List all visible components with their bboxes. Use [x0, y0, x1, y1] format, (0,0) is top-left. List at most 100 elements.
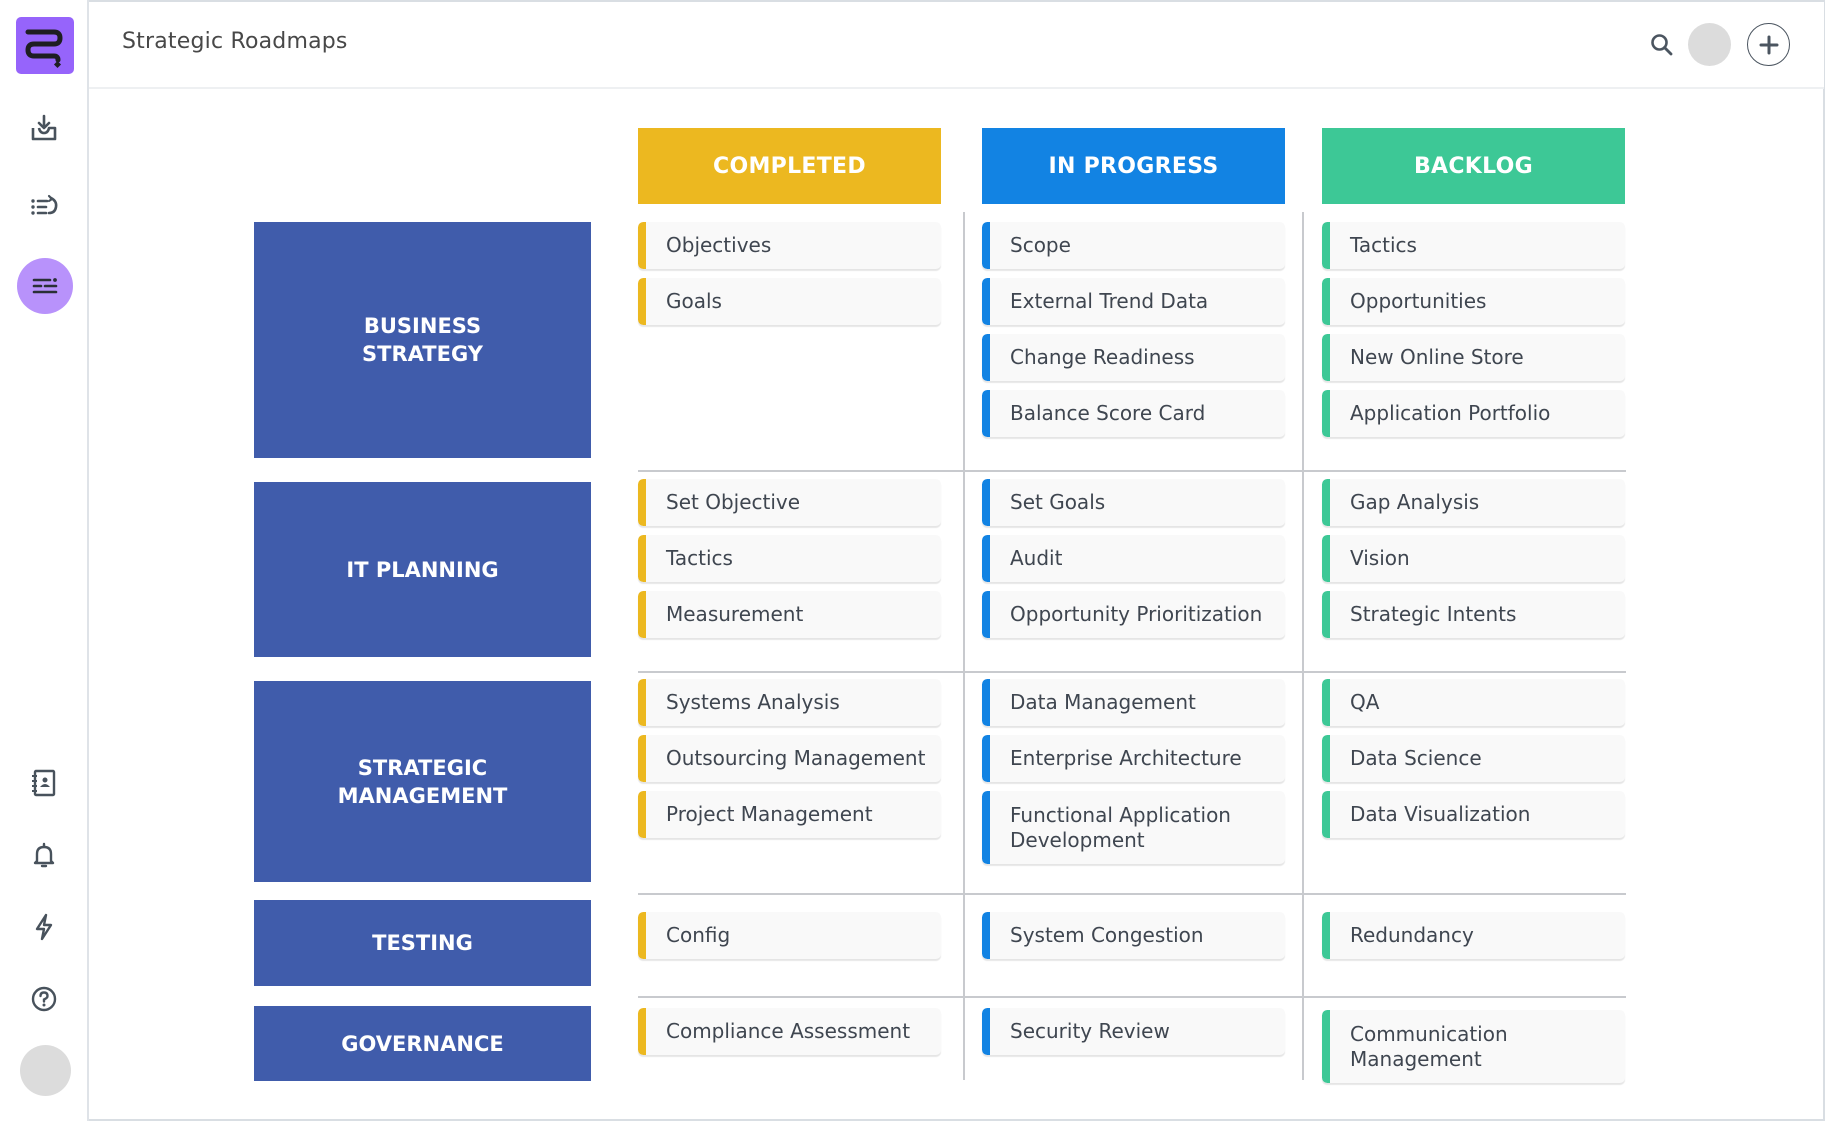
sidebar-item-actions[interactable]	[19, 902, 69, 952]
roadmap-card[interactable]: QA	[1322, 679, 1625, 726]
help-circle-icon	[31, 986, 57, 1012]
card-label: Data Science	[1350, 746, 1482, 770]
roadmap-card[interactable]: Application Portfolio	[1322, 390, 1625, 437]
roadmap-card[interactable]: Data Management	[982, 679, 1285, 726]
card-label: Scope	[1010, 233, 1071, 257]
row-label[interactable]: IT PLANNING	[254, 482, 591, 657]
card-label: Data Management	[1010, 690, 1196, 714]
card-label: Security Review	[1010, 1019, 1170, 1043]
sidebar	[0, 0, 89, 1121]
card-label: Gap Analysis	[1350, 490, 1480, 514]
card-label: Application Portfolio	[1350, 401, 1551, 425]
roadmap-card[interactable]: Change Readiness	[982, 334, 1285, 381]
sidebar-item-contacts[interactable]	[19, 758, 69, 808]
card-label: Tactics	[666, 546, 733, 570]
top-bar: Strategic Roadmaps	[89, 2, 1824, 89]
roadmap-card[interactable]: Data Visualization	[1322, 791, 1625, 838]
card-label: Config	[666, 923, 731, 947]
roadmap-card[interactable]: Objectives	[638, 222, 941, 269]
roadmap-card[interactable]: Systems Analysis	[638, 679, 941, 726]
page-title: Strategic Roadmaps	[122, 29, 348, 54]
roadmap-card[interactable]: Goals	[638, 278, 941, 325]
roadmap-card[interactable]: Outsourcing Management	[638, 735, 941, 782]
roadmap-logo-icon[interactable]	[16, 17, 74, 74]
card-label: Set Goals	[1010, 490, 1106, 514]
contacts-book-icon	[32, 769, 56, 797]
search-button[interactable]	[1647, 30, 1677, 60]
row-label[interactable]: TESTING	[254, 900, 591, 986]
card-label: Project Management	[666, 802, 873, 826]
card-label: External Trend Data	[1010, 289, 1209, 313]
roadmap-card[interactable]: Strategic Intents	[1322, 591, 1625, 638]
row-label[interactable]: BUSINESS STRATEGY	[254, 222, 591, 458]
roadmap-card[interactable]: Audit	[982, 535, 1285, 582]
search-icon	[1651, 34, 1673, 56]
roadmap-lines-icon	[32, 278, 58, 294]
roadmap-card[interactable]: External Trend Data	[982, 278, 1285, 325]
card-label: Audit	[1010, 546, 1063, 570]
roadmap-card[interactable]: Functional Application Development	[982, 791, 1285, 864]
card-label: Measurement	[666, 602, 804, 626]
lightning-icon	[35, 913, 53, 941]
roadmap-card[interactable]: Redundancy	[1322, 912, 1625, 959]
column-header-in-progress: IN PROGRESS	[982, 128, 1285, 204]
card-label: Set Objective	[666, 490, 801, 514]
card-label: Strategic Intents	[1350, 602, 1517, 626]
roadmap-card[interactable]: New Online Store	[1322, 334, 1625, 381]
user-avatar[interactable]	[20, 1045, 71, 1096]
roadmap-card[interactable]: Vision	[1322, 535, 1625, 582]
roadmap-card[interactable]: Config	[638, 912, 941, 959]
roadmap-card[interactable]: Compliance Assessment	[638, 1008, 941, 1055]
card-label: Vision	[1350, 546, 1410, 570]
column-header-backlog: BACKLOG	[1322, 128, 1625, 204]
card-label: Data Visualization	[1350, 802, 1531, 826]
roadmap-card[interactable]: Opportunities	[1322, 278, 1625, 325]
roadmap-card[interactable]: Set Goals	[982, 479, 1285, 526]
column-divider	[963, 212, 965, 1080]
sidebar-item-list[interactable]	[19, 182, 69, 232]
inbox-download-icon	[31, 114, 57, 141]
roadmap-card[interactable]: Communication Management	[1322, 1010, 1625, 1083]
roadmap-card[interactable]: Set Objective	[638, 479, 941, 526]
row-divider	[638, 893, 1626, 895]
card-label: Objectives	[666, 233, 772, 257]
roadmap-card[interactable]: Tactics	[638, 535, 941, 582]
roadmap-card[interactable]: Enterprise Architecture	[982, 735, 1285, 782]
roadmap-card[interactable]: Gap Analysis	[1322, 479, 1625, 526]
roadmap-card[interactable]: Balance Score Card	[982, 390, 1285, 437]
roadmap-card[interactable]: System Congestion	[982, 912, 1285, 959]
card-label: Goals	[666, 289, 722, 313]
sidebar-item-help[interactable]	[19, 974, 69, 1024]
card-label: New Online Store	[1350, 345, 1524, 369]
card-label: Change Readiness	[1010, 345, 1195, 369]
card-label: Balance Score Card	[1010, 401, 1206, 425]
roadmap-card[interactable]: Security Review	[982, 1008, 1285, 1055]
card-label: Functional Application Development	[1010, 802, 1231, 852]
roadmap-card[interactable]: Tactics	[1322, 222, 1625, 269]
roadmap-card[interactable]: Opportunity Prioritization	[982, 591, 1285, 638]
sidebar-item-notifications[interactable]	[19, 830, 69, 880]
roadmap-card[interactable]: Scope	[982, 222, 1285, 269]
roadmap-card[interactable]: Data Science	[1322, 735, 1625, 782]
card-label: Communication Management	[1350, 1021, 1508, 1071]
column-header-completed: COMPLETED	[638, 128, 941, 204]
row-label[interactable]: STRATEGIC MANAGEMENT	[254, 681, 591, 882]
user-avatar[interactable]	[1688, 23, 1731, 66]
card-label: Systems Analysis	[666, 690, 840, 714]
row-divider	[638, 996, 1626, 998]
add-button[interactable]	[1747, 23, 1790, 66]
card-label: Opportunity Prioritization	[1010, 602, 1263, 626]
card-label: Compliance Assessment	[666, 1019, 911, 1043]
sidebar-item-roadmap[interactable]	[17, 258, 73, 314]
roadmap-card[interactable]: Project Management	[638, 791, 941, 838]
row-divider	[638, 470, 1626, 472]
roadmap-card[interactable]: Measurement	[638, 591, 941, 638]
sidebar-item-import[interactable]	[19, 103, 69, 153]
row-divider	[638, 671, 1626, 673]
card-label: Outsourcing Management	[666, 746, 926, 770]
card-label: Enterprise Architecture	[1010, 746, 1242, 770]
list-undo-icon	[31, 194, 58, 215]
card-label: Tactics	[1350, 233, 1417, 257]
row-label[interactable]: GOVERNANCE	[254, 1006, 591, 1081]
bell-icon	[33, 842, 55, 868]
